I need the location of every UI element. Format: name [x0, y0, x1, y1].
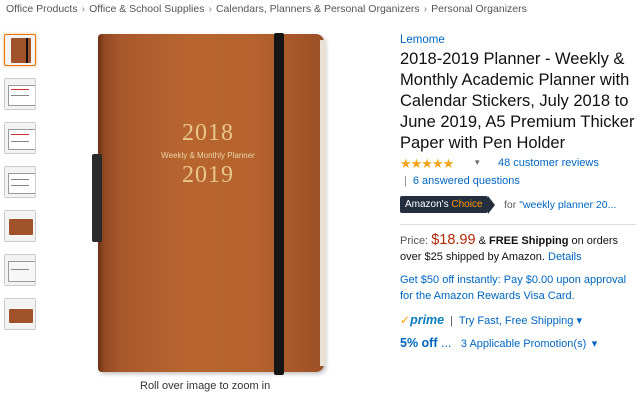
product-title: 2018-2019 Planner - Weekly & Monthly Aca…	[400, 50, 635, 152]
thumbnail-image-line	[11, 141, 29, 142]
price-block: Price: $18.99 & FREE Shipping on orders …	[400, 232, 636, 265]
breadcrumb-separator: ›	[208, 3, 212, 15]
credit-card-promo-link[interactable]: Get $50 off instantly: Pay $0.00 upon ap…	[400, 272, 636, 304]
planner-cover: 2018 Weekly & Monthly Planner 2019	[98, 34, 324, 372]
shipping-details-link[interactable]: Details	[548, 251, 582, 263]
prime-check-icon: ✓	[400, 313, 411, 327]
shipping-amp: &	[475, 235, 489, 247]
amazons-choice-badge: Amazon's Choice	[400, 196, 494, 214]
thumbnail-image-line	[11, 185, 29, 186]
thumbnail-cover[interactable]	[4, 34, 36, 66]
thumbnail-image	[9, 219, 33, 235]
price-label: Price:	[400, 235, 429, 247]
chevron-down-icon[interactable]: ▾	[576, 315, 582, 327]
thumbnail-image-band	[26, 38, 28, 63]
badge-prefix: Amazon's	[405, 199, 449, 210]
breadcrumb: Office Products › Office & School Supplies…	[6, 3, 527, 15]
breadcrumb-link[interactable]: Calendars, Planners & Personal Organizer…	[216, 3, 420, 15]
discount-label: 5% off	[400, 336, 438, 350]
thumbnail-image-line	[11, 89, 29, 90]
elastic-band	[274, 33, 284, 375]
zoom-hint: Roll over image to zoom in	[140, 380, 271, 392]
product-info: Lemome 2018-2019 Planner - Weekly & Mont…	[400, 34, 636, 350]
prime-logo: prime	[410, 313, 445, 327]
price-value: $18.99	[431, 232, 476, 248]
brand-link[interactable]: Lemome	[400, 34, 636, 46]
divider: |	[450, 315, 454, 327]
chevron-down-icon[interactable]: ▾	[592, 338, 598, 350]
free-shipping-label: FREE Shipping	[489, 235, 569, 247]
badge-choice-word: Choice	[451, 199, 483, 210]
thumbnail-image	[8, 129, 35, 150]
thumbnail-spread-3[interactable]	[4, 166, 36, 198]
breadcrumb-separator: ›	[81, 3, 86, 15]
breadcrumb-link[interactable]: Office Products	[6, 3, 78, 15]
applicable-promotions-link[interactable]: 3 Applicable Promotion(s)	[461, 338, 586, 350]
thumbnail-image	[9, 309, 33, 323]
customer-reviews-link[interactable]: 48 customer reviews	[498, 157, 599, 169]
divider: |	[404, 175, 407, 187]
pen-holder-loop	[92, 154, 102, 242]
thumbnail-open-book[interactable]	[4, 298, 36, 330]
thumbnail-image-line	[11, 269, 29, 270]
chevron-down-icon[interactable]: ▾	[475, 157, 480, 168]
prime-trial-link[interactable]: Try Fast, Free Shipping	[459, 315, 574, 327]
discount-ellipsis: ...	[440, 336, 452, 350]
choice-keyword-link[interactable]: "weekly planner 20...	[519, 199, 616, 211]
breadcrumb-link[interactable]: Personal Organizers	[431, 3, 527, 15]
thumbnail-spread-2[interactable]	[4, 122, 36, 154]
thumbnail-image	[8, 173, 35, 194]
thumbnail-image-line	[11, 134, 29, 135]
thumbnail-stickers[interactable]	[4, 210, 36, 242]
rating-row: ★★★★★ ▾ 48 customer reviews	[400, 156, 636, 171]
thumbnail-image	[11, 38, 31, 63]
thumbnail-image	[8, 261, 35, 282]
breadcrumb-separator: ›	[423, 3, 428, 15]
choice-for-text: for "weekly planner 20...	[504, 199, 616, 211]
thumbnail-pen-holder[interactable]	[4, 254, 36, 286]
planner-page-edge	[320, 40, 326, 366]
choice-for-prefix: for	[504, 199, 517, 211]
answered-questions-row: | 6 answered questions	[400, 175, 636, 187]
amazons-choice-row: Amazon's Choice for "weekly planner 20..…	[400, 196, 636, 214]
thumbnail-spread-1[interactable]	[4, 78, 36, 110]
breadcrumb-link[interactable]: Office & School Supplies	[89, 3, 204, 15]
thumbnail-image-line	[11, 179, 29, 180]
product-main-image[interactable]: 2018 Weekly & Monthly Planner 2019	[88, 33, 340, 375]
prime-row: ✓prime | Try Fast, Free Shipping ▾	[400, 313, 636, 327]
section-divider	[400, 224, 636, 225]
thumbnail-list	[4, 34, 38, 342]
answered-questions-link[interactable]: 6 answered questions	[413, 175, 520, 187]
promotion-row: 5% off ... 3 Applicable Promotion(s) ▾	[400, 336, 636, 350]
star-rating-icon[interactable]: ★★★★★	[400, 156, 454, 172]
thumbnail-image-line	[11, 95, 29, 96]
